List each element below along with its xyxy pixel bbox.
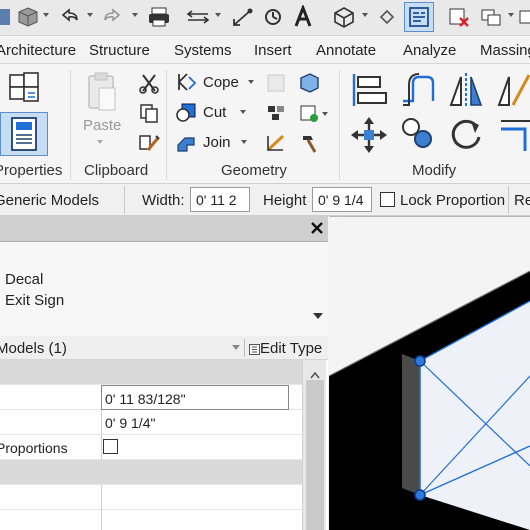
print-icon[interactable] bbox=[146, 4, 172, 30]
mirror-draw-icon[interactable] bbox=[494, 70, 530, 110]
tab-architecture[interactable]: Architecture bbox=[0, 42, 76, 59]
edit-type-icon bbox=[249, 342, 260, 355]
property-row: 0' 9 1/4" bbox=[0, 410, 302, 435]
close-hidden-icon[interactable] bbox=[446, 4, 472, 30]
redo-icon[interactable] bbox=[100, 4, 126, 30]
cut-clipboard-icon[interactable] bbox=[136, 70, 162, 96]
text-icon[interactable] bbox=[290, 4, 316, 30]
move-icon[interactable] bbox=[350, 116, 388, 154]
scrollbar-thumb[interactable] bbox=[306, 380, 324, 530]
height-label: Height bbox=[263, 192, 307, 209]
property-value[interactable] bbox=[101, 485, 289, 510]
width-value-field[interactable]: 0' 11 83/128" bbox=[101, 385, 289, 410]
properties-title-bar bbox=[0, 216, 328, 242]
instance-filter[interactable]: Models (1) bbox=[0, 340, 67, 357]
hammer-icon[interactable] bbox=[296, 130, 322, 156]
ribbon-tabs: Architecture Structure Systems Insert An… bbox=[0, 36, 530, 64]
grip-handle bbox=[414, 489, 426, 501]
3d-view-icon[interactable] bbox=[331, 4, 357, 30]
copy-element-icon[interactable] bbox=[398, 114, 438, 154]
tab-systems[interactable]: Systems bbox=[174, 42, 232, 59]
measure-icon[interactable] bbox=[185, 4, 211, 30]
paste-icon[interactable] bbox=[78, 68, 124, 118]
panel-label-properties: Properties bbox=[0, 162, 63, 179]
3d-model-view bbox=[329, 216, 530, 530]
dimension-icon[interactable] bbox=[230, 4, 256, 30]
property-row: Proportions bbox=[0, 435, 302, 460]
type-dropdown-icon[interactable] bbox=[313, 313, 323, 319]
demolish-icon[interactable] bbox=[263, 100, 289, 126]
panel-label-geometry: Geometry bbox=[221, 162, 287, 179]
edit-type-button[interactable]: Edit Type bbox=[260, 340, 322, 357]
tab-massing[interactable]: Massing bbox=[480, 42, 530, 59]
cut-geometry-icon[interactable] bbox=[174, 100, 198, 124]
tag-icon[interactable] bbox=[260, 4, 286, 30]
panel-label-clipboard: Clipboard bbox=[84, 162, 149, 179]
properties-button[interactable] bbox=[0, 112, 48, 156]
property-row bbox=[0, 510, 302, 530]
chevron-down-icon[interactable] bbox=[232, 345, 240, 350]
properties-scrollbar[interactable] bbox=[302, 360, 326, 530]
section-icon[interactable] bbox=[376, 4, 398, 30]
height-value-field[interactable]: 0' 9 1/4" bbox=[101, 410, 289, 435]
cut-label[interactable]: Cut bbox=[203, 104, 226, 121]
properties-grid: 0' 11 83/128" 0' 9 1/4" Proportions bbox=[0, 360, 328, 530]
options-bar: Generic Models Width: 0' 11 2 Height 0' … bbox=[0, 184, 530, 216]
cube-icon[interactable] bbox=[16, 4, 40, 30]
wall-joins-icon[interactable] bbox=[263, 70, 289, 96]
paint-icon[interactable] bbox=[296, 70, 322, 96]
family-label: Generic Models bbox=[0, 192, 100, 209]
rotate-icon[interactable] bbox=[446, 114, 486, 154]
split-face-icon[interactable] bbox=[296, 100, 322, 126]
3d-viewport[interactable] bbox=[329, 216, 530, 530]
instance-filter-row: Models (1) Edit Type bbox=[0, 336, 328, 360]
file-icon[interactable] bbox=[0, 4, 12, 30]
lock-proportions-cell bbox=[101, 435, 289, 460]
tab-annotate[interactable]: Annotate bbox=[316, 42, 376, 59]
category-row[interactable] bbox=[0, 360, 302, 385]
type-name: Exit Sign bbox=[5, 292, 65, 309]
property-row: 0' 11 83/128" bbox=[0, 385, 302, 410]
height-field[interactable]: 0' 9 1/4 bbox=[312, 187, 372, 212]
quick-access-toolbar bbox=[0, 0, 530, 36]
options-trailing-label[interactable]: Re bbox=[514, 192, 530, 209]
switch-windows-icon[interactable] bbox=[478, 4, 504, 30]
properties-palette: Decal Exit Sign Models (1) Edit Type 0' … bbox=[0, 216, 328, 530]
tab-structure[interactable]: Structure bbox=[89, 42, 150, 59]
offset-icon[interactable] bbox=[398, 70, 438, 110]
match-properties-icon[interactable] bbox=[136, 130, 162, 156]
grip-handle bbox=[414, 355, 426, 367]
align-paint-icon[interactable] bbox=[263, 130, 289, 156]
tab-insert[interactable]: Insert bbox=[254, 42, 292, 59]
paste-label: Paste bbox=[83, 117, 122, 134]
ribbon: Properties Paste Clipboard Cope Cut Join bbox=[0, 64, 530, 184]
scroll-up-icon[interactable] bbox=[310, 366, 320, 379]
lock-proportion-checkbox[interactable] bbox=[380, 192, 395, 207]
close-icon[interactable] bbox=[309, 220, 325, 236]
align-icon[interactable] bbox=[348, 70, 388, 110]
cope-label[interactable]: Cope bbox=[203, 74, 239, 91]
type-family: Decal bbox=[5, 271, 44, 288]
copy-icon[interactable] bbox=[136, 100, 162, 126]
lock-proportions-name: Proportions bbox=[0, 440, 68, 456]
property-value[interactable] bbox=[101, 510, 289, 530]
width-label: Width: bbox=[142, 192, 185, 209]
category-row[interactable] bbox=[0, 460, 302, 485]
undo-icon[interactable] bbox=[56, 4, 82, 30]
cope-icon[interactable] bbox=[174, 70, 198, 94]
property-row bbox=[0, 485, 302, 510]
width-field[interactable]: 0' 11 2 bbox=[190, 187, 250, 212]
tab-analyze[interactable]: Analyze bbox=[403, 42, 456, 59]
lock-proportions-checkbox[interactable] bbox=[103, 439, 118, 454]
trim-extend-icon[interactable] bbox=[494, 114, 530, 154]
lock-proportion-label: Lock Proportion bbox=[400, 192, 506, 209]
type-properties-button[interactable] bbox=[2, 68, 46, 108]
join-label[interactable]: Join bbox=[203, 134, 231, 151]
mirror-axis-icon[interactable] bbox=[446, 70, 486, 110]
panel-label-modify: Modify bbox=[412, 162, 457, 179]
thin-lines-icon[interactable] bbox=[404, 2, 434, 32]
join-icon[interactable] bbox=[174, 130, 198, 154]
customize-icon[interactable] bbox=[518, 4, 530, 30]
